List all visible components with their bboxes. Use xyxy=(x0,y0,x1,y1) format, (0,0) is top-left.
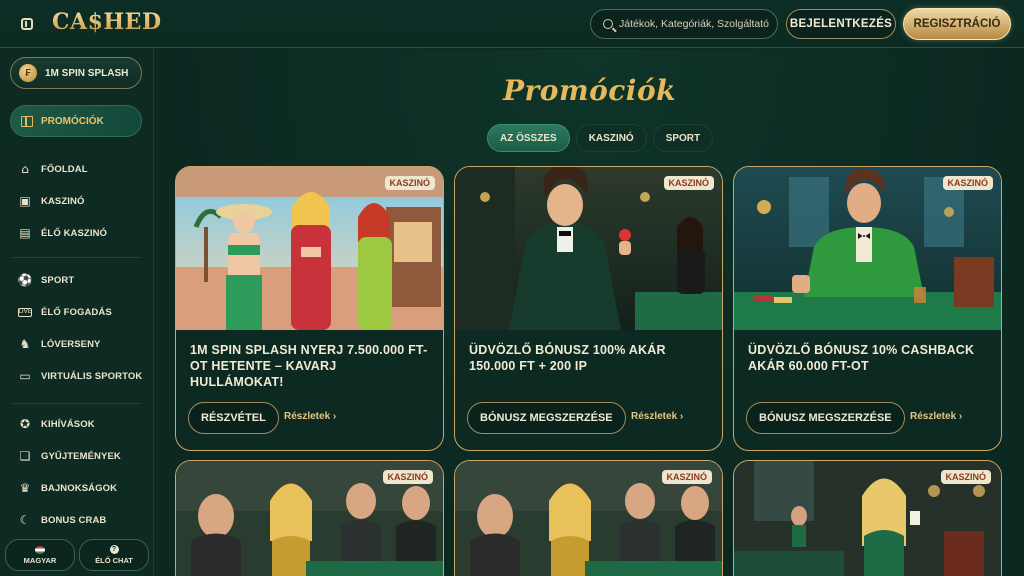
promo-card[interactable]: KASZINÓ ÜDVÖZLŐ BÓNUSZ 10% CASHBACK AKÁR… xyxy=(733,166,1002,451)
tab-casino[interactable]: KASZINÓ xyxy=(575,124,647,152)
sidebar-item-live-casino[interactable]: ▤ ÉLŐ KASZINÓ xyxy=(0,217,154,249)
sidebar-item-virtual-sports[interactable]: ▭ VIRTUÁLIS SPORTOK xyxy=(0,360,154,392)
sidebar-item-sport[interactable]: ⚽ SPORT xyxy=(0,264,154,296)
search-box[interactable] xyxy=(590,9,778,39)
sidebar: ₣ 1M SPIN SPLASH PROMÓCIÓK ⌂ FŐOLDAL ▣ K… xyxy=(0,49,154,576)
gift-icon xyxy=(21,115,33,127)
tab-sport[interactable]: SPORT xyxy=(652,124,714,152)
coin-icon: ₣ xyxy=(19,64,37,82)
sidebar-item-home[interactable]: ⌂ FŐOLDAL xyxy=(0,153,154,185)
sidebar-item-label: KASZINÓ xyxy=(41,195,85,207)
promo-title: 1M SPIN SPLASH NYERJ 7.500.000 FT-OT HET… xyxy=(190,343,428,389)
promo-image-beach-slots: KASZINÓ xyxy=(176,167,443,330)
top-header: CA$HED BEJELENTKEZÉS REGISZTRÁCIÓ xyxy=(0,0,1024,48)
live-chat-button[interactable]: ? ÉLŐ CHAT xyxy=(79,539,149,571)
sidebar-item-tournaments[interactable]: ♛ BAJNOKSÁGOK xyxy=(0,472,154,504)
details-link[interactable]: Részletek › xyxy=(910,411,962,422)
live-icon: LIVE xyxy=(18,307,32,317)
category-badge: KASZINÓ xyxy=(940,470,991,484)
sidebar-item-label: SPORT xyxy=(41,274,75,286)
medal-icon: ✪ xyxy=(19,417,31,431)
promo-card[interactable]: KASZINÓ xyxy=(454,460,723,576)
login-button[interactable]: BEJELENTKEZÉS xyxy=(786,9,896,39)
language-label: MAGYAR xyxy=(23,555,57,565)
spin-splash-button[interactable]: ₣ 1M SPIN SPLASH xyxy=(10,57,142,89)
sidebar-item-casino[interactable]: ▣ KASZINÓ xyxy=(0,185,154,217)
sidebar-item-horse-racing[interactable]: ♞ LÓVERSENY xyxy=(0,328,154,360)
nav-group-extras: ✪ KIHÍVÁSOK ❏ GYŰJTEMÉNYEK ♛ BAJNOKSÁGOK… xyxy=(0,408,154,536)
sidebar-item-label: LÓVERSENY xyxy=(41,338,101,350)
hungary-flag-icon xyxy=(35,545,45,554)
main-content: Promóciók AZ ÖSSZES KASZINÓ SPORT KASZIN… xyxy=(155,49,1024,576)
claw-icon: ☾ xyxy=(19,513,31,527)
promo-title: ÜDVÖZLŐ BÓNUSZ 10% CASHBACK AKÁR 60.000 … xyxy=(748,343,975,373)
trophy-icon: ♛ xyxy=(19,481,31,495)
virtual-icon: ▭ xyxy=(19,369,31,383)
details-link[interactable]: Részletek › xyxy=(284,411,336,422)
promo-image-gentleman-casino: KASZINÓ xyxy=(455,167,722,330)
slot-icon: ▣ xyxy=(19,194,31,208)
promo-card[interactable]: KASZINÓ xyxy=(175,460,444,576)
category-badge: KASZINÓ xyxy=(663,176,714,190)
horse-icon: ♞ xyxy=(19,337,31,351)
help-icon: ? xyxy=(109,545,119,554)
live-cards-icon: ▤ xyxy=(19,226,31,240)
category-badge: KASZINÓ xyxy=(384,176,435,190)
spin-splash-label: 1M SPIN SPLASH xyxy=(45,67,129,79)
cards-icon: ❏ xyxy=(19,449,31,463)
join-button[interactable]: RÉSZVÉTEL xyxy=(188,402,279,434)
divider xyxy=(12,403,142,404)
sidebar-item-label: BONUS CRAB xyxy=(41,514,107,526)
sidebar-item-label: PROMÓCIÓK xyxy=(41,115,104,127)
home-icon: ⌂ xyxy=(21,162,29,176)
sidebar-item-label: ÉLŐ FOGADÁS xyxy=(41,306,112,318)
promo-title: ÜDVÖZLŐ BÓNUSZ 100% AKÁR 150.000 FT + 20… xyxy=(469,343,666,373)
promo-card[interactable]: KASZINÓ 1M SPIN SPLASH NYERJ 7.500.000 F… xyxy=(175,166,444,451)
sidebar-item-label: BAJNOKSÁGOK xyxy=(41,482,118,494)
details-link[interactable]: Részletek › xyxy=(631,411,683,422)
sidebar-item-label: VIRTUÁLIS SPORTOK xyxy=(41,370,143,382)
sidebar-item-challenges[interactable]: ✪ KIHÍVÁSOK xyxy=(0,408,154,440)
sidebar-item-label: ÉLŐ KASZINÓ xyxy=(41,227,108,239)
register-button[interactable]: REGISZTRÁCIÓ xyxy=(903,8,1011,40)
search-icon xyxy=(603,19,613,29)
sidebar-item-live-betting[interactable]: LIVE ÉLŐ FOGADÁS xyxy=(0,296,154,328)
nav-group-main: ⌂ FŐOLDAL ▣ KASZINÓ ▤ ÉLŐ KASZINÓ xyxy=(0,153,154,249)
logo[interactable]: CA$HED xyxy=(52,9,162,35)
live-chat-label: ÉLŐ CHAT xyxy=(95,556,133,565)
promo-card[interactable]: KASZINÓ xyxy=(733,460,1002,576)
category-badge: KASZINÓ xyxy=(661,470,712,484)
divider xyxy=(12,257,142,258)
category-badge: KASZINÓ xyxy=(942,176,993,190)
sidebar-toggle-icon[interactable] xyxy=(14,12,40,36)
claim-bonus-button[interactable]: BÓNUSZ MEGSZERZÉSE xyxy=(467,402,626,434)
promo-image-green-jacket: KASZINÓ xyxy=(734,167,1001,330)
sidebar-item-bonus-crab[interactable]: ☾ BONUS CRAB xyxy=(0,504,154,536)
tab-all[interactable]: AZ ÖSSZES xyxy=(487,124,570,152)
sport-icon: ⚽ xyxy=(17,273,33,287)
filter-tabs: AZ ÖSSZES KASZINÓ SPORT xyxy=(487,124,714,152)
sidebar-item-promotions[interactable]: PROMÓCIÓK xyxy=(10,105,142,137)
search-input[interactable] xyxy=(619,18,769,30)
sidebar-item-label: FŐOLDAL xyxy=(41,163,88,175)
sidebar-item-collections[interactable]: ❏ GYŰJTEMÉNYEK xyxy=(0,440,154,472)
nav-group-sport: ⚽ SPORT LIVE ÉLŐ FOGADÁS ♞ LÓVERSENY ▭ V… xyxy=(0,264,154,392)
promo-card[interactable]: KASZINÓ ÜDVÖZLŐ BÓNUSZ 100% AKÁR 150.000… xyxy=(454,166,723,451)
sidebar-item-label: KIHÍVÁSOK xyxy=(41,418,95,430)
sidebar-item-label: GYŰJTEMÉNYEK xyxy=(41,450,121,462)
claim-bonus-button[interactable]: BÓNUSZ MEGSZERZÉSE xyxy=(746,402,905,434)
category-badge: KASZINÓ xyxy=(382,470,433,484)
page-title: Promóciók xyxy=(502,74,677,107)
language-button[interactable]: MAGYAR xyxy=(5,539,75,571)
